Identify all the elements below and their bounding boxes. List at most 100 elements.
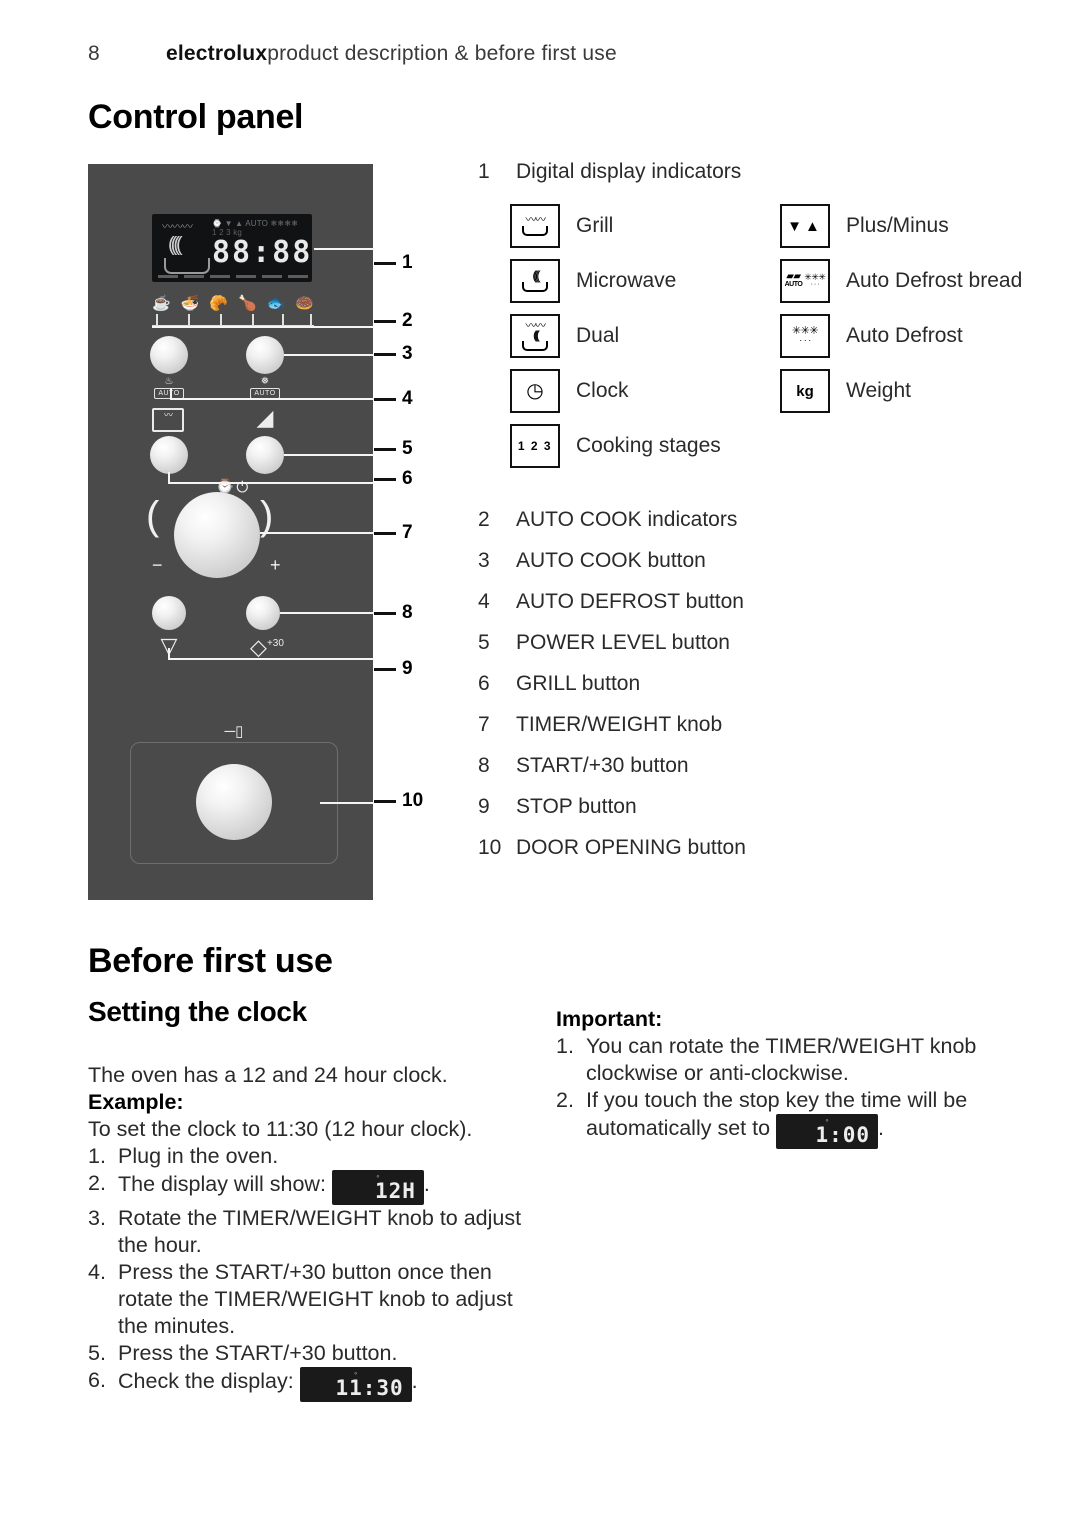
indicator-dual: 〰〰(((( Dual — [510, 314, 619, 358]
lcd-indicator-row-1: ⌚ ▼ ▲ AUTO ❄❄❄❄ — [212, 219, 299, 228]
food-icon-cake: 🍩 — [295, 295, 314, 312]
part-7-number: 7 — [478, 713, 490, 736]
legend-item-1-text: Digital display indicators — [516, 160, 742, 183]
important-item-1: 1. You can rotate the TIMER/WEIGHT knob … — [556, 1033, 1016, 1087]
clock-step-2: 2. The display will show: ◦ 12H . — [88, 1170, 548, 1205]
part-item-10: 10 DOOR OPENING button — [478, 836, 746, 860]
part-4-text: AUTO DEFROST button — [516, 590, 744, 613]
grill-glyph: 〰 — [163, 410, 173, 420]
callout-2: 2 — [402, 310, 413, 331]
important-1-text: You can rotate the TIMER/WEIGHT knob clo… — [586, 1034, 977, 1085]
start-button[interactable] — [246, 596, 280, 630]
brand-name: electrolux — [166, 42, 268, 65]
part-item-2: 2 AUTO COOK indicators — [478, 508, 737, 532]
grill-button[interactable] — [150, 436, 188, 474]
control-panel-illustration: 〰〰〰 (((( ⌚ ▼ ▲ AUTO ❄❄❄❄ 1 2 3 kg 88:88 … — [88, 164, 374, 900]
clock-step-4: 4. Press the START/+30 button once then … — [88, 1259, 548, 1340]
callout-8: 8 — [402, 602, 413, 623]
timer-weight-knob[interactable] — [174, 492, 260, 578]
plus-minus-indicator-label: Plus/Minus — [846, 214, 949, 237]
auto-defrost-bread-indicator-label: Auto Defrost bread — [846, 269, 1023, 292]
important-label: Important: — [556, 1007, 663, 1031]
lcd-mode-icon-group: 〰〰〰 (((( — [158, 220, 210, 276]
food-icon-soup: 🍜 — [180, 295, 200, 312]
tick-4 — [374, 398, 396, 401]
tick-2 — [374, 320, 396, 323]
auto-defrost-button-symbol: ❅ AUTO — [238, 376, 292, 399]
leader-2 — [152, 326, 374, 328]
clock-indicator-label: Clock — [576, 379, 629, 402]
tick-6 — [374, 478, 396, 481]
part-7-text: TIMER/WEIGHT knob — [516, 713, 723, 736]
leader-3 — [284, 354, 374, 356]
auto-cook-button[interactable] — [150, 336, 188, 374]
auto-cook-button-symbol: ♨ AUTO — [142, 376, 196, 399]
rotate-right-arc-icon: ) — [260, 494, 274, 538]
clock-step-2-marker: 2. — [88, 1171, 106, 1195]
cooking-stages-indicator-icon: 1 2 3 — [510, 424, 560, 468]
legend-item-1-number: 1 — [478, 160, 490, 183]
important-2-marker: 2. — [556, 1088, 574, 1112]
leader-7 — [260, 532, 374, 534]
page-number: 8 — [88, 42, 100, 65]
legend-item-1: 1 Digital display indicators — [478, 160, 741, 184]
dish-icon — [164, 258, 210, 274]
clock-step-2-text: The display will show: — [118, 1172, 326, 1196]
auto-cook-glyph: ♨ — [164, 376, 174, 387]
part-item-4: 4 AUTO DEFROST button — [478, 590, 744, 614]
lcd-display: 〰〰〰 (((( ⌚ ▼ ▲ AUTO ❄❄❄❄ 1 2 3 kg 88:88 — [152, 214, 312, 282]
display-12h-value: 12H — [374, 1179, 416, 1203]
important-2-tail: . — [878, 1116, 884, 1140]
part-3-number: 3 — [478, 549, 490, 572]
clock-step-5-text: Press the START/+30 button. — [118, 1341, 398, 1365]
microwave-indicator-label: Microwave — [576, 269, 677, 292]
clock-step-6-marker: 6. — [88, 1368, 106, 1392]
tick-3 — [374, 353, 396, 356]
leader-10 — [320, 802, 374, 804]
callout-9: 9 — [402, 658, 413, 679]
leader-8 — [280, 612, 374, 614]
part-2-number: 2 — [478, 508, 490, 531]
tick-5 — [374, 448, 396, 451]
leader-4 — [170, 398, 374, 400]
leader-9-stem — [168, 648, 170, 660]
door-opening-button[interactable] — [196, 764, 272, 840]
display-12h: ◦ 12H — [331, 1170, 424, 1205]
food-icon-drink: ☕ — [152, 295, 171, 312]
leader-6-stem — [168, 472, 170, 484]
clock-step-3: 3. Rotate the TIMER/WEIGHT knob to adjus… — [88, 1205, 548, 1259]
power-level-button[interactable] — [246, 436, 284, 474]
indicator-plus-minus: ▼▲ Plus/Minus — [780, 204, 949, 248]
section-title: product description & before first use — [267, 42, 617, 65]
weight-indicator-icon: kg — [780, 369, 830, 413]
callout-10: 10 — [402, 790, 424, 811]
auto-defrost-button[interactable] — [246, 336, 284, 374]
clock-intro: The oven has a 12 and 24 hour clock. — [88, 1063, 448, 1087]
clock-step-5-marker: 5. — [88, 1341, 106, 1365]
clock-step-5: 5. Press the START/+30 button. — [88, 1340, 548, 1367]
clock-step-3-marker: 3. — [88, 1206, 106, 1230]
heading-control-panel: Control panel — [88, 98, 304, 136]
indicator-clock: ◷ Clock — [510, 369, 629, 413]
plus-minus-indicator-icon: ▼▲ — [780, 204, 830, 248]
grill-indicator-icon: 〰〰 — [510, 204, 560, 248]
auto-defrost-indicator-label: Auto Defrost — [846, 324, 963, 347]
lcd-segment-bars — [158, 275, 308, 278]
auto-defrost-bread-indicator-icon: ▰▰ AUTO ✳✳✳ · · · — [780, 259, 830, 303]
display-100: ◦ 1:00 — [776, 1114, 879, 1149]
heading-setting-the-clock: Setting the clock — [88, 996, 307, 1027]
callout-6: 6 — [402, 468, 413, 489]
cooking-stages-indicator-label: Cooking stages — [576, 434, 721, 457]
clock-step-6: 6. Check the display: ◦ 11:30 . — [88, 1367, 548, 1402]
callout-7: 7 — [402, 522, 413, 543]
door-key-icon: ─▯ — [224, 723, 244, 740]
clock-step-6-tail: . — [411, 1369, 418, 1393]
clock-indicator-icon: ◷ — [510, 369, 560, 413]
stop-button[interactable] — [152, 596, 186, 630]
example-label: Example: — [88, 1090, 184, 1114]
part-6-text: GRILL button — [516, 672, 641, 695]
dual-indicator-label: Dual — [576, 324, 620, 347]
tick-10 — [374, 800, 396, 803]
start-plus30-label: +30 — [266, 638, 284, 649]
indicator-auto-defrost-bread: ▰▰ AUTO ✳✳✳ · · · Auto Defrost bread — [780, 259, 1022, 303]
